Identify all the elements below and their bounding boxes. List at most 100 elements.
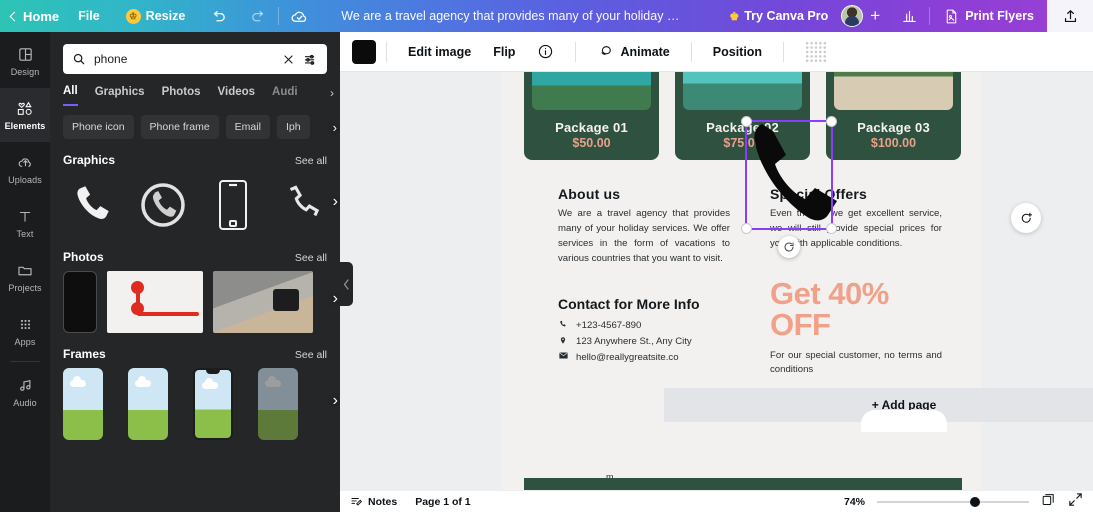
sidebar-item-text[interactable]: Text bbox=[0, 196, 50, 250]
resize-handle-top-right[interactable] bbox=[826, 116, 837, 127]
selection-bounding-box[interactable] bbox=[741, 116, 837, 258]
animate-button[interactable]: Animate bbox=[586, 38, 680, 66]
add-collaborator-button[interactable]: + bbox=[863, 6, 889, 26]
footer-handle-bar[interactable]: @reallygreatsite bbox=[524, 478, 962, 490]
chip-phone-icon[interactable]: Phone icon bbox=[63, 115, 134, 139]
share-button[interactable] bbox=[1047, 0, 1093, 32]
sidebar-item-projects[interactable]: Projects bbox=[0, 250, 50, 304]
graphics-items bbox=[63, 174, 340, 236]
rotate-handle-icon[interactable] bbox=[778, 236, 800, 258]
graphics-next-arrow[interactable]: › bbox=[333, 193, 338, 211]
design-page[interactable]: Package 01 $50.00 Package 02 $75.00 Pack… bbox=[502, 72, 1093, 490]
phone-handset-outline-icon[interactable] bbox=[273, 174, 333, 236]
contact-row-email[interactable]: hello@reallygreatsite.co bbox=[558, 350, 730, 366]
chip-email[interactable]: Email bbox=[225, 115, 270, 139]
contact-row-phone[interactable]: +123-4567-890 bbox=[558, 318, 730, 334]
smartphone-icon[interactable] bbox=[203, 174, 263, 236]
search-query-text[interactable]: phone bbox=[94, 52, 274, 66]
info-button[interactable] bbox=[526, 38, 565, 66]
tab-audio[interactable]: Audi bbox=[272, 86, 298, 105]
chip-phone-frame[interactable]: Phone frame bbox=[140, 115, 219, 139]
page-thumbnails-button[interactable] bbox=[1041, 492, 1056, 512]
tab-videos[interactable]: Videos bbox=[218, 86, 256, 105]
music-note-icon bbox=[17, 376, 34, 395]
sidebar-item-design-label: Design bbox=[10, 67, 40, 77]
phone-mockup-photo[interactable] bbox=[63, 271, 97, 333]
resize-handle-top-left[interactable] bbox=[741, 116, 752, 127]
sidebar-item-apps[interactable]: Apps bbox=[0, 304, 50, 358]
package-card[interactable]: Package 01 $50.00 bbox=[524, 72, 659, 160]
sidebar-item-uploads-label: Uploads bbox=[8, 175, 42, 185]
sidebar-item-audio[interactable]: Audio bbox=[0, 365, 50, 419]
redo-button[interactable] bbox=[238, 0, 278, 32]
resize-handle-bottom-left[interactable] bbox=[741, 223, 752, 234]
magic-add-button[interactable] bbox=[1011, 203, 1041, 233]
toolbar-divider-2 bbox=[575, 41, 577, 62]
sidebar-item-uploads[interactable]: Uploads bbox=[0, 142, 50, 196]
phone-frame-2[interactable] bbox=[128, 368, 168, 440]
close-x-icon[interactable] bbox=[282, 53, 295, 66]
see-all-photos-link[interactable]: See all bbox=[295, 252, 327, 264]
contact-row-address[interactable]: 123 Anywhere St., Any City bbox=[558, 334, 730, 350]
add-page-button[interactable]: + Add page bbox=[664, 388, 1093, 432]
phone-frame-notch[interactable] bbox=[193, 368, 233, 440]
insights-button[interactable] bbox=[889, 0, 929, 32]
search-area: phone bbox=[50, 32, 340, 74]
frames-next-arrow[interactable]: › bbox=[333, 392, 338, 410]
zoom-slider[interactable] bbox=[877, 496, 1029, 507]
sidebar-item-elements[interactable]: Elements bbox=[0, 88, 50, 142]
undo-button[interactable] bbox=[198, 0, 238, 32]
transparency-button[interactable] bbox=[794, 38, 838, 66]
try-canva-pro-button[interactable]: ♚ Try Canva Pro bbox=[716, 0, 841, 32]
see-all-frames-link[interactable]: See all bbox=[295, 349, 327, 361]
phone-frame-4[interactable] bbox=[258, 368, 298, 440]
position-button[interactable]: Position bbox=[702, 38, 773, 66]
home-button[interactable]: Home bbox=[0, 0, 65, 32]
package-name: Package 03 bbox=[857, 120, 930, 135]
sidebar-item-projects-label: Projects bbox=[8, 283, 42, 293]
fullscreen-button[interactable] bbox=[1068, 492, 1083, 512]
red-phone-cord-photo[interactable] bbox=[107, 271, 203, 333]
phone-handset-icon[interactable] bbox=[63, 174, 123, 236]
avatar[interactable] bbox=[841, 5, 864, 27]
sliders-filter-icon[interactable] bbox=[303, 52, 318, 67]
section-header-frames: Frames See all bbox=[50, 333, 340, 361]
chevron-right-icon[interactable]: › bbox=[333, 120, 337, 135]
hand-holding-phone-photo[interactable] bbox=[213, 271, 313, 333]
edit-image-button[interactable]: Edit image bbox=[397, 38, 482, 66]
text-t-icon bbox=[17, 207, 33, 226]
phone-circle-icon[interactable] bbox=[133, 174, 193, 236]
canvas-area[interactable]: Package 01 $50.00 Package 02 $75.00 Pack… bbox=[340, 72, 1093, 490]
see-all-graphics-link[interactable]: See all bbox=[295, 155, 327, 167]
collapse-panel-button[interactable] bbox=[340, 262, 353, 306]
saved-to-cloud-button[interactable] bbox=[279, 0, 319, 32]
print-flyers-button[interactable]: Print Flyers bbox=[930, 0, 1047, 32]
search-input[interactable]: phone bbox=[63, 44, 327, 74]
tab-all[interactable]: All bbox=[63, 85, 78, 106]
package-card[interactable]: Package 03 $100.00 bbox=[826, 72, 961, 160]
about-title[interactable]: About us bbox=[558, 186, 730, 202]
flip-button[interactable]: Flip bbox=[482, 38, 526, 66]
photos-next-arrow[interactable]: › bbox=[333, 290, 338, 308]
contact-title[interactable]: Contact for More Info bbox=[558, 296, 730, 312]
tab-graphics[interactable]: Graphics bbox=[95, 86, 145, 105]
offers-headline[interactable]: Get 40% OFF bbox=[770, 278, 942, 340]
resize-button[interactable]: ♔ Resize bbox=[113, 0, 199, 32]
contact-list: +123-4567-890 123 Anywhere St., Any City bbox=[558, 318, 730, 365]
print-flyers-label: Print Flyers bbox=[965, 9, 1034, 23]
tab-photos[interactable]: Photos bbox=[162, 86, 201, 105]
chip-iphone[interactable]: Iph bbox=[276, 115, 310, 139]
resize-handle-bottom-right[interactable] bbox=[826, 223, 837, 234]
design-grid-icon bbox=[17, 45, 34, 64]
offers-note[interactable]: For our special customer, no terms and c… bbox=[770, 349, 942, 379]
phone-frame-1[interactable] bbox=[63, 368, 103, 440]
sidebar-item-design[interactable]: Design bbox=[0, 34, 50, 88]
notes-button[interactable]: Notes bbox=[350, 495, 397, 508]
document-title[interactable]: We are a travel agency that provides man… bbox=[341, 9, 681, 23]
chevron-right-icon[interactable]: › bbox=[330, 86, 334, 100]
about-body[interactable]: We are a travel agency that provides man… bbox=[558, 207, 730, 266]
folder-icon bbox=[16, 261, 34, 280]
color-swatch-button[interactable] bbox=[352, 39, 376, 64]
zoom-slider-knob[interactable] bbox=[969, 496, 980, 507]
file-menu-button[interactable]: File bbox=[65, 0, 113, 32]
